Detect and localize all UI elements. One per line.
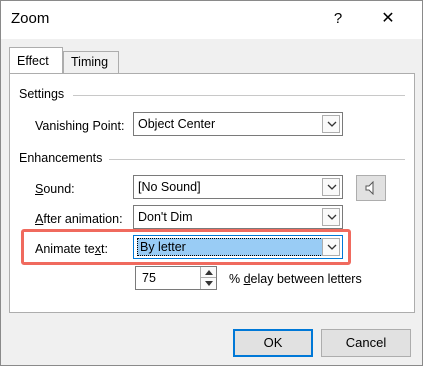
after-animation-value: Don't Dim bbox=[138, 210, 193, 224]
zoom-dialog: Zoom ? ✕ Effect Timing Settings Vanishin… bbox=[0, 0, 423, 366]
tab-effect[interactable]: Effect bbox=[9, 47, 63, 73]
speaker-icon bbox=[365, 181, 374, 195]
close-button[interactable]: ✕ bbox=[375, 7, 401, 31]
vanishing-point-value: Object Center bbox=[138, 117, 216, 131]
after-animation-dropdown[interactable]: Don't Dim bbox=[133, 205, 343, 229]
chevron-down-icon[interactable] bbox=[322, 208, 340, 226]
chevron-down-icon[interactable] bbox=[322, 238, 340, 256]
animate-text-dropdown[interactable]: By letter bbox=[133, 235, 343, 259]
sound-label: Sound: bbox=[35, 182, 75, 196]
chevron-down-icon[interactable] bbox=[322, 115, 340, 133]
animate-text-value: By letter bbox=[137, 238, 323, 256]
vanishing-point-label: Vanishing Point: bbox=[35, 119, 125, 133]
settings-divider bbox=[73, 95, 405, 96]
cancel-button[interactable]: Cancel bbox=[321, 329, 411, 357]
spin-up-icon[interactable] bbox=[200, 267, 216, 278]
after-animation-label: After animation: bbox=[35, 212, 123, 226]
settings-group-label: Settings bbox=[19, 87, 65, 101]
vanishing-point-dropdown[interactable]: Object Center bbox=[133, 112, 343, 136]
ok-button[interactable]: OK bbox=[233, 329, 313, 357]
sound-value: [No Sound] bbox=[138, 180, 201, 194]
delay-label: % delay between letters bbox=[229, 272, 362, 286]
sound-volume-button[interactable] bbox=[356, 175, 386, 201]
help-button[interactable]: ? bbox=[326, 7, 350, 31]
animate-text-label: Animate text: bbox=[35, 242, 108, 256]
enhancements-group-label: Enhancements bbox=[19, 151, 103, 165]
delay-value: 75 bbox=[142, 271, 156, 285]
title-bar: Zoom ? ✕ bbox=[1, 1, 422, 39]
chevron-down-icon[interactable] bbox=[322, 178, 340, 196]
spin-down-icon[interactable] bbox=[200, 278, 216, 289]
enhancements-divider bbox=[109, 159, 405, 160]
delay-spinner[interactable]: 75 bbox=[135, 266, 217, 290]
dialog-title: Zoom bbox=[11, 10, 50, 27]
sound-dropdown[interactable]: [No Sound] bbox=[133, 175, 343, 199]
tab-timing[interactable]: Timing bbox=[63, 51, 119, 73]
